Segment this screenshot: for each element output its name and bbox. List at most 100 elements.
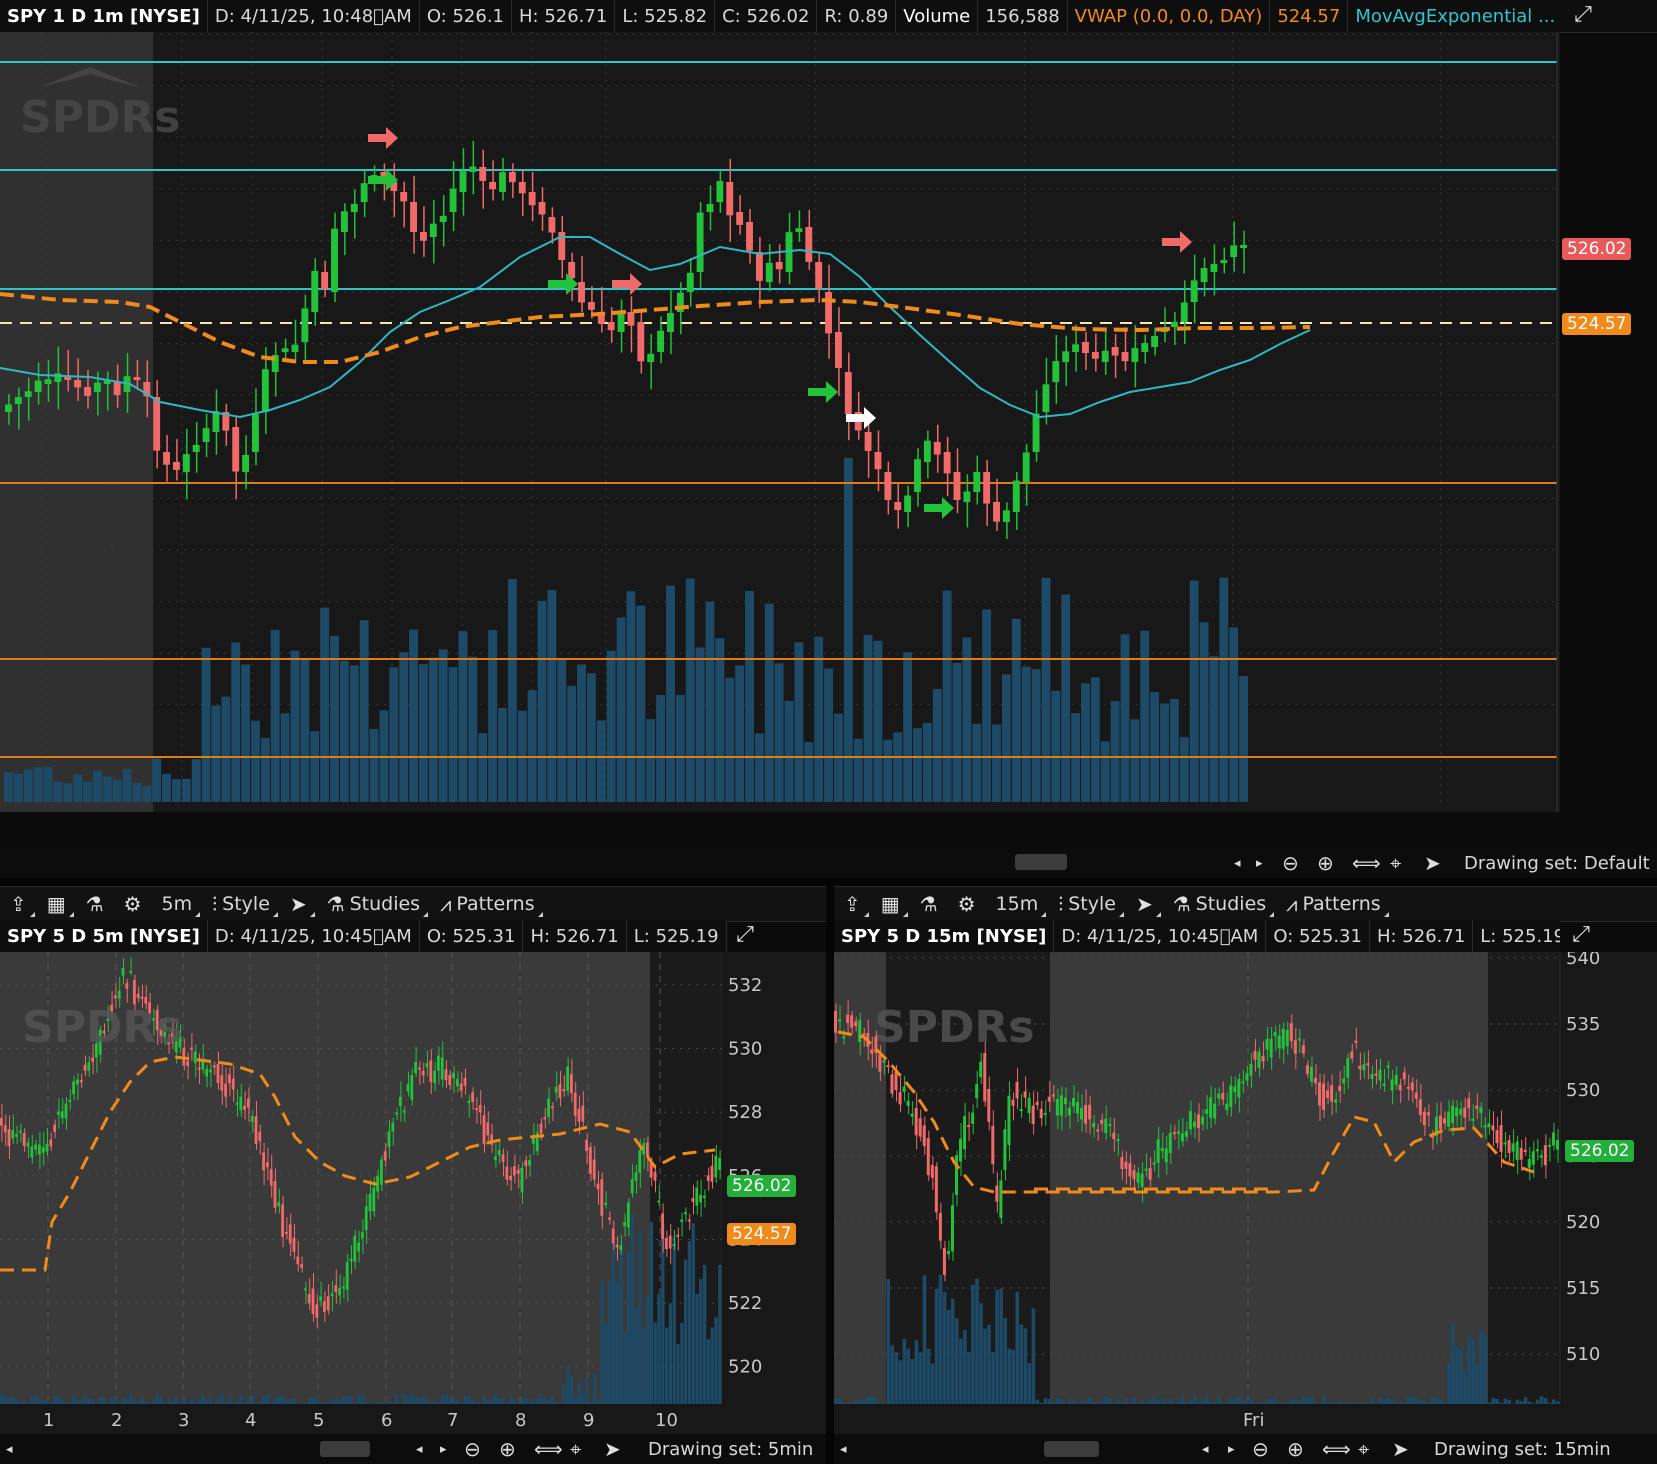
volume-bar <box>315 1396 319 1404</box>
volume-bar <box>623 1332 627 1404</box>
left-more[interactable]: ... <box>727 920 728 952</box>
right-zoom-out-icon[interactable]: ⊖ <box>1252 1437 1269 1461</box>
settings-button[interactable]: ⚙ <box>114 887 152 921</box>
volume-bar <box>1081 683 1090 802</box>
candle-body <box>1334 1099 1338 1103</box>
expand-icon[interactable]: ⤢ <box>1568 2 1598 30</box>
volume-bar <box>228 1395 232 1404</box>
scroll-left-icon[interactable]: ◂ <box>1234 856 1241 871</box>
candle-body <box>665 1237 668 1250</box>
left-chart-area[interactable]: SPDRs 532530528526524522520 526.02 524.5… <box>0 952 826 1404</box>
right-scroll-right-icon[interactable]: ▸ <box>1228 1442 1235 1457</box>
volume-bar <box>680 1322 684 1404</box>
crosshair-icon[interactable]: ⌖ <box>1390 851 1401 875</box>
right-cursor-button[interactable]: ➤ <box>1126 887 1163 921</box>
volume-bar <box>1239 676 1248 802</box>
right-timeframe-button[interactable]: 15m <box>986 887 1049 921</box>
left-scroll-start-icon[interactable]: ◂ <box>6 1442 13 1457</box>
right-zoom-in-icon[interactable]: ⊕ <box>1287 1437 1304 1461</box>
left-pointer-icon[interactable]: ➤ <box>604 1437 621 1461</box>
candle-body <box>1100 1119 1104 1124</box>
right-settings-button[interactable]: ⚙ <box>948 887 986 921</box>
left-zoom-in-icon[interactable]: ⊕ <box>499 1437 516 1461</box>
candle-body <box>696 212 704 272</box>
candle-body <box>232 427 240 472</box>
right-style-button[interactable]: ⫶ Style <box>1048 887 1126 921</box>
left-scrollbar[interactable] <box>320 1441 370 1457</box>
right-drawing-set[interactable]: Drawing set: 15min <box>1434 1439 1611 1460</box>
right-pan-icon[interactable]: ⟺ <box>1322 1437 1351 1461</box>
calendar-button[interactable]: ▦ <box>37 887 76 921</box>
volume-bar <box>395 1394 399 1404</box>
candle-body <box>589 1147 592 1174</box>
right-scroll-start-icon[interactable]: ◂ <box>840 1442 847 1457</box>
timeframe-button[interactable]: 5m <box>152 887 203 921</box>
right-patterns-button[interactable]: ⩘ Patterns <box>1276 887 1391 921</box>
volume-bar <box>527 690 537 802</box>
candle-body <box>1104 1118 1108 1134</box>
x-tick-label: 3 <box>178 1410 189 1431</box>
left-scroll-left-icon[interactable]: ◂ <box>416 1442 423 1457</box>
left-crosshair-icon[interactable]: ⌖ <box>570 1437 581 1461</box>
right-studies-button[interactable]: ⚗ Studies <box>1163 887 1276 921</box>
right-pointer-icon[interactable]: ➤ <box>1392 1437 1409 1461</box>
pointer-icon[interactable]: ➤ <box>1424 851 1441 875</box>
zoom-in-icon[interactable]: ⊕ <box>1317 851 1334 875</box>
left-zoom-out-icon[interactable]: ⊖ <box>464 1437 481 1461</box>
candle-body <box>573 1092 577 1116</box>
volume-bar <box>705 601 715 802</box>
patterns-button[interactable]: ⩘ Patterns <box>430 887 545 921</box>
right-symbol[interactable]: SPY 5 D 15m [NYSE] <box>834 920 1055 952</box>
right-flask-button[interactable]: ⚗ <box>910 887 948 921</box>
style-button[interactable]: ⫶ Style <box>202 887 280 921</box>
studies-button[interactable]: ⚗ Studies <box>317 887 430 921</box>
pan-icon[interactable]: ⟺ <box>1352 851 1381 875</box>
main-chart-area[interactable]: SPDRs 5305295285275265255245235225215205… <box>0 32 1632 812</box>
candle-body <box>7 1129 11 1147</box>
volume-bar <box>448 1397 452 1404</box>
right-scroll-left-icon[interactable]: ◂ <box>1202 1442 1209 1457</box>
right-chart-area[interactable]: SPDRs 540535530525520515510 526.02 <box>834 952 1657 1404</box>
candle-body <box>1230 245 1238 257</box>
candle-body <box>834 1010 838 1033</box>
left-scroll-right-icon[interactable]: ▸ <box>440 1442 447 1457</box>
volume-bar <box>11 1397 15 1404</box>
cursor-button[interactable]: ➤ <box>280 887 317 921</box>
candle-body <box>890 1074 894 1094</box>
left-drawing-set[interactable]: Drawing set: 5min <box>648 1439 813 1460</box>
volume-bar <box>277 1396 281 1404</box>
left-expand-icon[interactable]: ⤢ <box>730 922 760 950</box>
volume-bar <box>611 1236 616 1404</box>
candle-body <box>1032 413 1040 452</box>
right-crosshair-icon[interactable]: ⌖ <box>1358 1437 1369 1461</box>
candle-body <box>1471 1118 1475 1121</box>
volume-bar <box>581 1393 585 1404</box>
candle-body <box>1394 1074 1398 1085</box>
left-symbol[interactable]: SPY 5 D 5m [NYSE] <box>0 920 208 952</box>
candle-body <box>1047 1096 1051 1102</box>
left-pan-icon[interactable]: ⟺ <box>534 1437 563 1461</box>
candle-body <box>922 1125 926 1146</box>
right-calendar-button[interactable]: ▦ <box>871 887 910 921</box>
share-button[interactable]: ⇪ <box>0 887 37 921</box>
right-expand-icon[interactable]: ⤢ <box>1566 922 1596 950</box>
candle-body <box>402 1110 406 1113</box>
right-share-button[interactable]: ⇪ <box>834 887 871 921</box>
right-scrollbar[interactable] <box>1044 1441 1099 1457</box>
flask-button[interactable]: ⚗ <box>76 887 114 921</box>
main-symbol[interactable]: SPY 1 D 1m [NYSE] <box>0 0 208 32</box>
candle-body <box>1084 1104 1088 1124</box>
volume-bar <box>962 637 972 802</box>
main-scrollbar[interactable] <box>1015 854 1067 870</box>
volume-bar <box>955 1318 959 1404</box>
candle-body <box>410 1074 414 1100</box>
zoom-out-icon[interactable]: ⊖ <box>1282 851 1299 875</box>
volume-bar <box>162 773 171 802</box>
main-drawing-set[interactable]: Drawing set: Default <box>1464 853 1650 874</box>
candle-body <box>637 322 645 362</box>
candle-body <box>1265 1039 1269 1050</box>
volume-bar <box>216 1397 220 1404</box>
right-toolbar: ⇪ ▦ ⚗ ⚙ 15m ⫶ Style ➤ ⚗ Studies ⩘ Patterns <box>834 886 1657 922</box>
scroll-right-icon[interactable]: ▸ <box>1256 856 1263 871</box>
candle-body <box>991 1125 995 1165</box>
